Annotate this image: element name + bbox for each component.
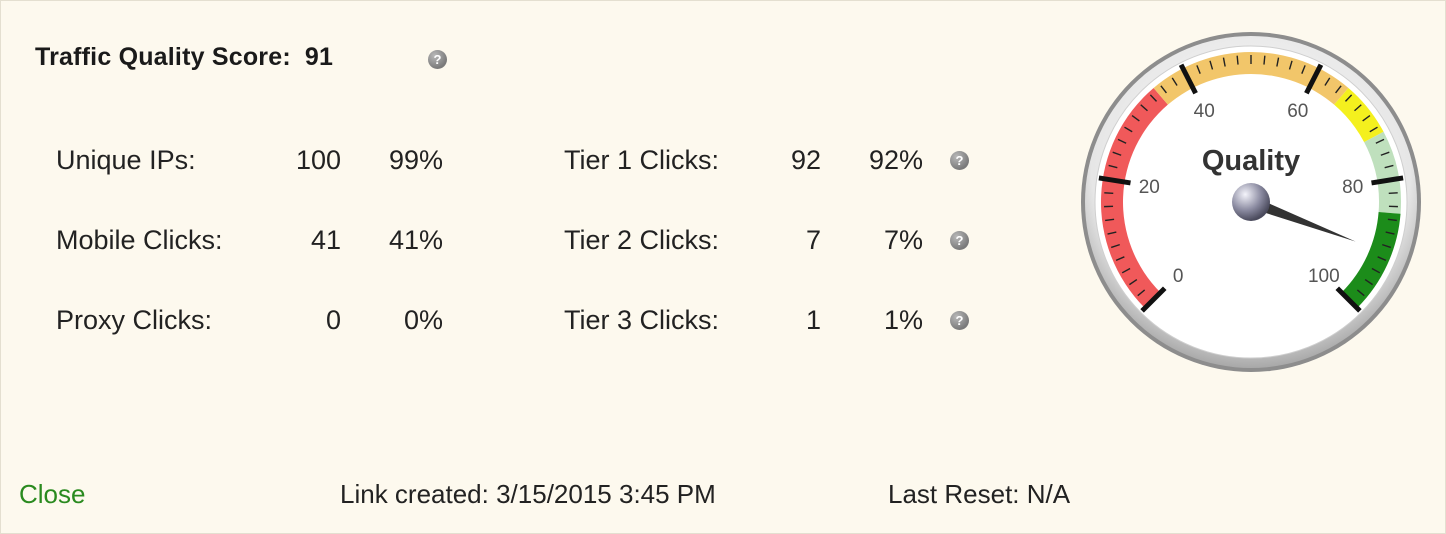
stat-count-unique-ips: 100: [295, 145, 341, 175]
traffic-quality-score-heading: Traffic Quality Score: 91: [35, 43, 333, 72]
stat-count-tier-1-clicks: 92: [790, 145, 821, 175]
score-label: Traffic Quality Score:: [35, 43, 291, 71]
stat-label-tier-1-clicks: Tier 1 Clicks:: [564, 145, 720, 175]
stat-label-tier-2-clicks: Tier 2 Clicks:: [564, 225, 720, 255]
gauge-title: Quality: [1202, 145, 1300, 177]
gauge-tick-label-40: 40: [1194, 101, 1215, 122]
tier-2-help-icon[interactable]: ?: [950, 231, 969, 250]
close-button[interactable]: Close: [19, 479, 85, 510]
gauge-minor-tick: [1236, 55, 1239, 65]
gauge-hub: [1232, 183, 1270, 221]
gauge-tick-label-100: 100: [1308, 266, 1340, 287]
stat-percent-mobile-clicks: 41%: [388, 225, 443, 255]
stat-label-mobile-clicks: Mobile Clicks:: [56, 225, 223, 255]
stat-percent-tier-2-clicks: 7%: [883, 225, 923, 255]
last-reset-text: Last Reset: N/A: [888, 479, 1071, 509]
gauge-tick-label-60: 60: [1287, 101, 1308, 122]
gauge-tick-label-0: 0: [1173, 266, 1184, 287]
stat-percent-tier-3-clicks: 1%: [883, 305, 923, 335]
link-created-text: Link created: 3/15/2015 3:45 PM: [340, 479, 716, 509]
stat-percent-proxy-clicks: 0%: [403, 305, 443, 335]
score-help-icon[interactable]: ?: [428, 50, 447, 69]
stat-count-mobile-clicks: 41: [310, 225, 341, 255]
traffic-quality-panel: Traffic Quality Score: 91 ? Unique IPs: 1…: [0, 0, 1446, 534]
tier-1-help-icon[interactable]: ?: [950, 151, 969, 170]
quality-gauge: 0 20 40 60 80 100 Quality: [1081, 32, 1421, 372]
stat-percent-tier-1-clicks: 92%: [868, 145, 923, 175]
gauge-minor-tick: [1104, 192, 1114, 195]
stat-label-proxy-clicks: Proxy Clicks:: [56, 305, 213, 335]
gauge-minor-tick: [1388, 192, 1398, 195]
stat-label-tier-3-clicks: Tier 3 Clicks:: [564, 305, 720, 335]
stat-percent-unique-ips: 99%: [388, 145, 443, 175]
stat-count-tier-2-clicks: 7: [805, 225, 821, 255]
stat-label-unique-ips: Unique IPs:: [56, 145, 196, 175]
stat-count-tier-3-clicks: 1: [805, 305, 821, 335]
gauge-tick-label-80: 80: [1342, 177, 1363, 198]
gauge-minor-tick: [1263, 55, 1266, 65]
tier-3-help-icon[interactable]: ?: [950, 311, 969, 330]
gauge-tick-label-20: 20: [1139, 177, 1160, 198]
score-value: 91: [304, 43, 334, 71]
stat-count-proxy-clicks: 0: [325, 305, 341, 335]
